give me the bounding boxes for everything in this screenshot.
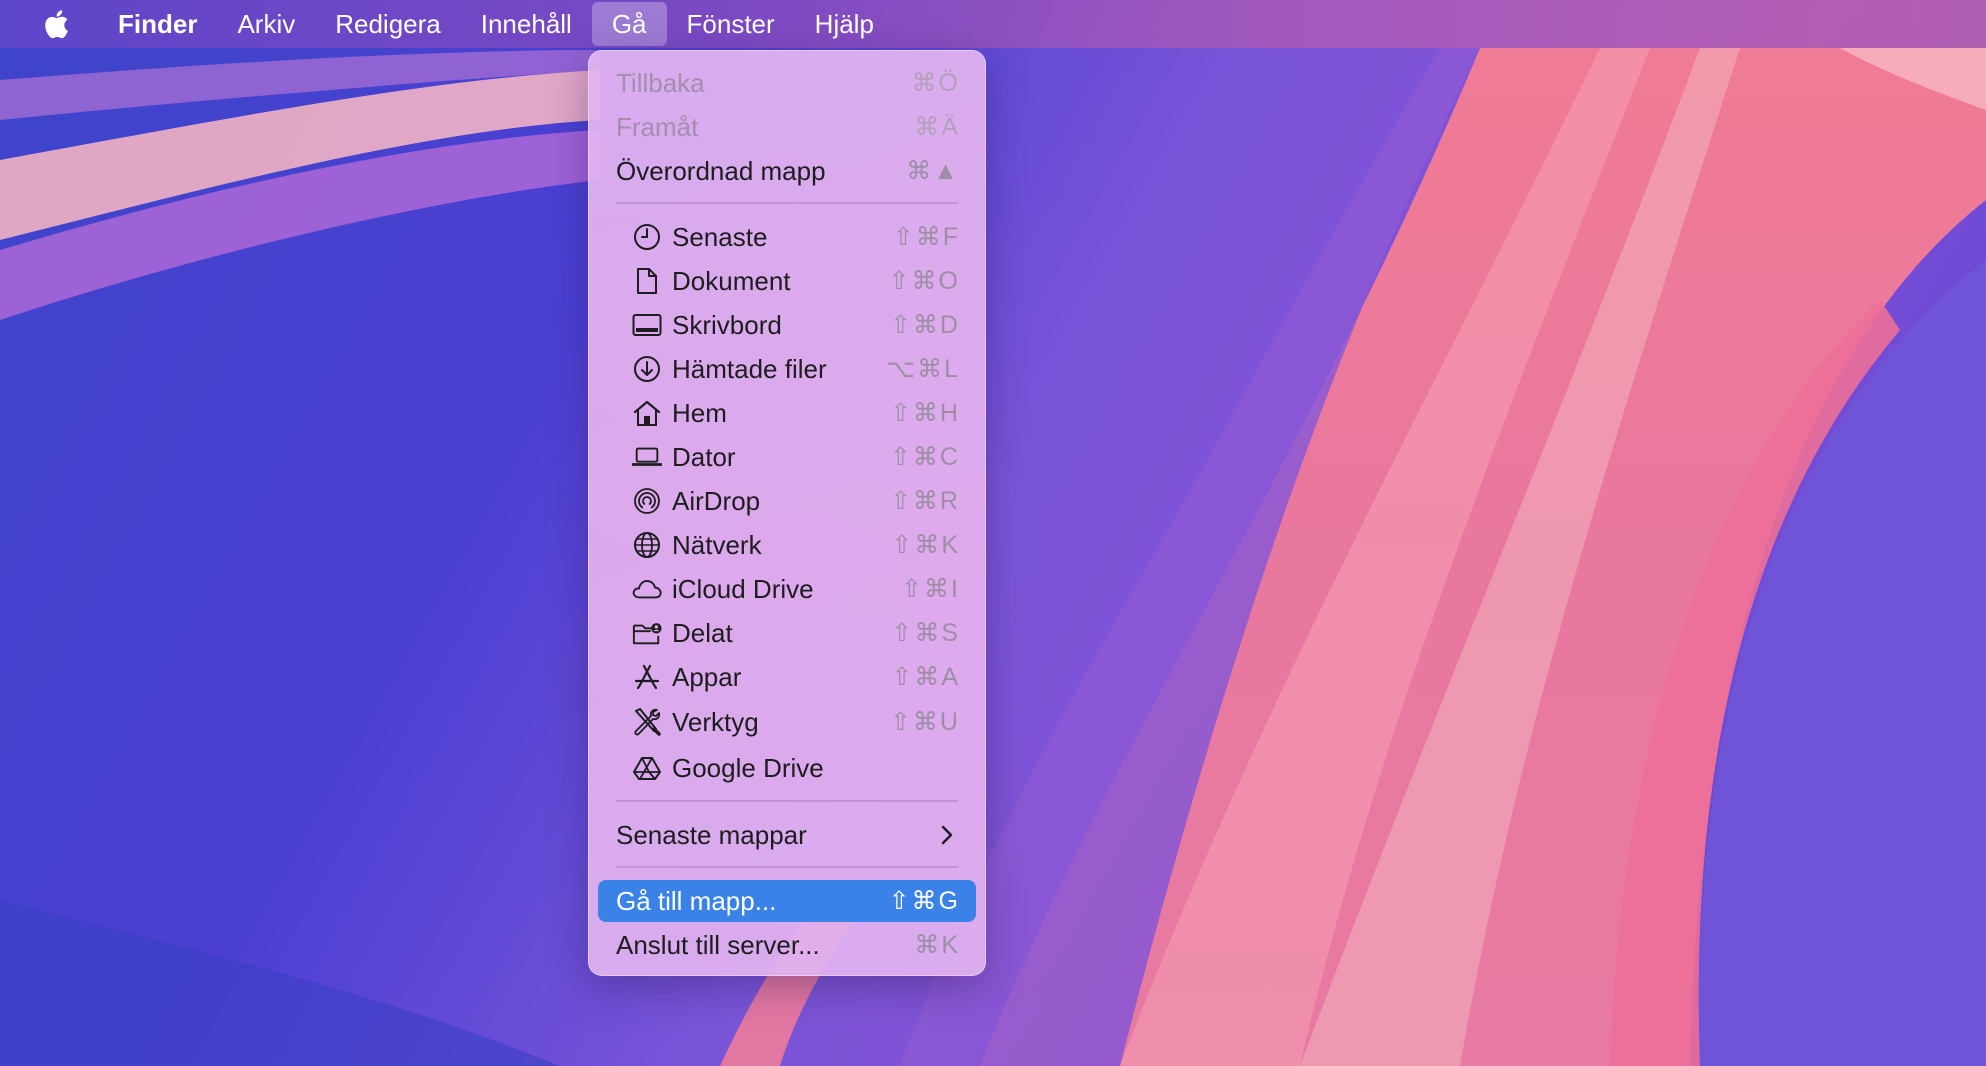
- menu-item-google-drive[interactable]: Google Drive: [598, 747, 976, 789]
- menu-item-hem[interactable]: Hem ⇧⌘H: [598, 392, 976, 434]
- desktop-wallpaper: [0, 0, 1986, 1066]
- menubar-fonster[interactable]: Fönster: [667, 2, 795, 46]
- shortcut: ⇧⌘F: [892, 223, 960, 251]
- shortcut: ⌘▲: [906, 157, 960, 185]
- home-icon: [632, 399, 662, 427]
- ga-dropdown-menu: Tillbaka ⌘Ö Framåt ⌘Ä Överordnad mapp ⌘▲…: [588, 50, 986, 976]
- menu-item-delat[interactable]: Delat ⇧⌘S: [598, 612, 976, 654]
- shortcut: ⇧⌘C: [889, 443, 960, 471]
- shortcut: ⇧⌘S: [891, 619, 960, 647]
- shortcut: ⌘K: [914, 931, 960, 959]
- menubar-hjalp[interactable]: Hjälp: [795, 2, 894, 46]
- tools-icon: [632, 708, 662, 736]
- shortcut: ⇧⌘D: [889, 311, 960, 339]
- desktop-icon: [632, 311, 662, 339]
- menu-item-dokument[interactable]: Dokument ⇧⌘O: [598, 260, 976, 302]
- airdrop-icon: [632, 487, 662, 515]
- menubar-app-name[interactable]: Finder: [98, 2, 217, 46]
- globe-icon: [632, 531, 662, 559]
- menubar-arkiv[interactable]: Arkiv: [217, 2, 315, 46]
- menu-item-senaste[interactable]: Senaste ⇧⌘F: [598, 216, 976, 258]
- menubar-innehall[interactable]: Innehåll: [461, 2, 592, 46]
- menu-separator: [616, 202, 958, 204]
- menu-item-label: Hem: [672, 397, 727, 428]
- apps-icon: [632, 663, 662, 691]
- shortcut: ⌘Ä: [914, 113, 960, 141]
- menu-item-appar[interactable]: Appar ⇧⌘A: [598, 656, 976, 698]
- download-icon: [632, 355, 662, 383]
- menu-item-label: iCloud Drive: [672, 573, 814, 604]
- cloud-icon: [632, 575, 662, 603]
- menu-item-skrivbord[interactable]: Skrivbord ⇧⌘D: [598, 304, 976, 346]
- shortcut: ⌘Ö: [911, 69, 960, 97]
- menu-item-recent-folders[interactable]: Senaste mappar: [598, 814, 976, 856]
- document-icon: [632, 267, 662, 295]
- google-drive-icon: [632, 754, 662, 782]
- menu-item-icloud-drive[interactable]: iCloud Drive ⇧⌘I: [598, 568, 976, 610]
- menu-bar: Finder Arkiv Redigera Innehåll Gå Fönste…: [0, 0, 1986, 48]
- clock-icon: [632, 223, 662, 251]
- menu-item-label: Överordnad mapp: [616, 155, 826, 186]
- menu-item-label: Tillbaka: [616, 67, 705, 98]
- menu-item-enclosing-folder[interactable]: Överordnad mapp ⌘▲: [598, 150, 976, 192]
- shortcut: ⇧⌘K: [891, 531, 960, 559]
- menu-separator: [616, 800, 958, 802]
- menu-item-label: Gå till mapp...: [616, 885, 777, 916]
- menu-item-label: Anslut till server...: [616, 929, 820, 960]
- shortcut: ⌥⌘L: [886, 355, 960, 383]
- menu-item-label: AirDrop: [672, 485, 761, 516]
- shortcut: ⇧⌘A: [891, 663, 960, 691]
- menu-item-label: Dokument: [672, 265, 791, 296]
- menu-item-label: Skrivbord: [672, 309, 782, 340]
- menu-item-label: Senaste mappar: [616, 819, 807, 850]
- menubar-redigera[interactable]: Redigera: [315, 2, 461, 46]
- menu-separator: [616, 866, 958, 868]
- apple-menu-icon[interactable]: [40, 7, 70, 41]
- shared-folder-icon: [632, 619, 662, 647]
- menu-item-label: Dator: [672, 441, 736, 472]
- menu-item-connect-to-server[interactable]: Anslut till server... ⌘K: [598, 924, 976, 966]
- shortcut: ⇧⌘I: [901, 575, 960, 603]
- menu-item-label: Delat: [672, 617, 733, 648]
- menu-item-label: Nätverk: [672, 529, 762, 560]
- menu-item-label: Verktyg: [672, 706, 759, 737]
- menu-item-dator[interactable]: Dator ⇧⌘C: [598, 436, 976, 478]
- shortcut: ⇧⌘O: [888, 267, 960, 295]
- menu-item-back[interactable]: Tillbaka ⌘Ö: [598, 62, 976, 104]
- menu-item-natverk[interactable]: Nätverk ⇧⌘K: [598, 524, 976, 566]
- menu-item-label: Google Drive: [672, 752, 824, 783]
- menu-item-forward[interactable]: Framåt ⌘Ä: [598, 106, 976, 148]
- chevron-right-icon: [941, 825, 953, 845]
- menu-item-label: Framåt: [616, 111, 699, 142]
- shortcut: ⇧⌘R: [889, 487, 960, 515]
- menu-item-verktyg[interactable]: Verktyg ⇧⌘U: [598, 701, 976, 743]
- shortcut: ⇧⌘U: [889, 708, 960, 736]
- menu-item-hamtade-filer[interactable]: Hämtade filer ⌥⌘L: [598, 348, 976, 390]
- menu-item-label: Hämtade filer: [672, 353, 827, 384]
- menu-item-label: Senaste: [672, 221, 768, 252]
- menu-item-airdrop[interactable]: AirDrop ⇧⌘R: [598, 480, 976, 522]
- menu-item-label: Appar: [672, 661, 742, 692]
- shortcut: ⇧⌘G: [888, 887, 960, 915]
- laptop-icon: [632, 443, 662, 471]
- shortcut: ⇧⌘H: [889, 399, 960, 427]
- menu-item-go-to-folder[interactable]: Gå till mapp... ⇧⌘G: [598, 880, 976, 922]
- menubar-ga[interactable]: Gå: [591, 2, 667, 46]
